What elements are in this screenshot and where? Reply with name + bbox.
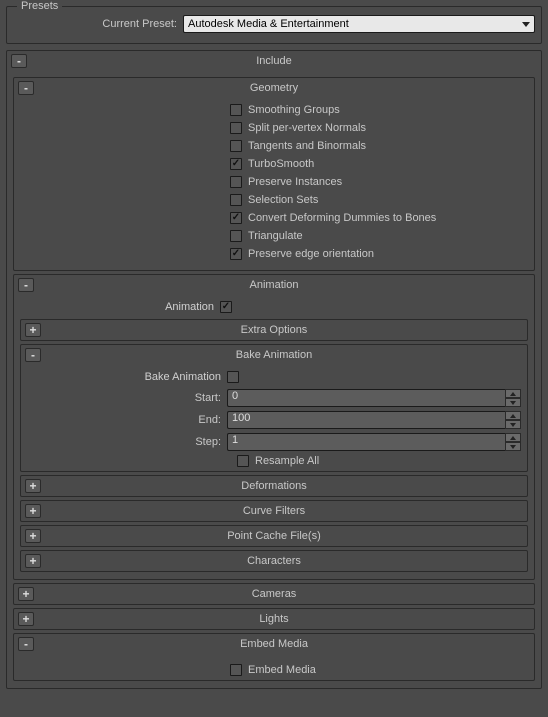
geometry-toggle[interactable]: -: [18, 81, 34, 95]
lights-section: + Lights: [13, 608, 535, 630]
extra-options-title: Extra Options: [21, 324, 527, 336]
geometry-option-row: Tangents and Binormals: [20, 140, 528, 152]
geometry-checkbox[interactable]: [230, 176, 242, 188]
current-preset-value: Autodesk Media & Entertainment: [188, 18, 522, 30]
resample-all-label: Resample All: [255, 455, 319, 467]
point-cache-section: + Point Cache File(s): [20, 525, 528, 547]
geometry-option-row: Convert Deforming Dummies to Bones: [20, 212, 528, 224]
geometry-checkbox-label: Tangents and Binormals: [248, 140, 366, 152]
current-preset-label: Current Preset:: [13, 18, 183, 30]
geometry-option-row: Smoothing Groups: [20, 104, 528, 116]
geometry-option-row: Preserve edge orientation: [20, 248, 528, 260]
presets-fieldset: Presets Current Preset: Autodesk Media &…: [6, 6, 542, 44]
geometry-checkbox-label: Convert Deforming Dummies to Bones: [248, 212, 436, 224]
extra-options-toggle[interactable]: +: [25, 323, 41, 337]
curve-filters-title: Curve Filters: [21, 505, 527, 517]
end-spinner[interactable]: [505, 411, 521, 429]
cameras-section: + Cameras: [13, 583, 535, 605]
geometry-title: Geometry: [14, 82, 534, 94]
geometry-option-row: Selection Sets: [20, 194, 528, 206]
start-spinner[interactable]: [505, 389, 521, 407]
lights-toggle[interactable]: +: [18, 612, 34, 626]
geometry-checkbox-label: TurboSmooth: [248, 158, 314, 170]
end-label: End:: [27, 414, 227, 426]
include-section: - Include - Geometry Smoothing Groups Spl…: [6, 50, 542, 689]
animation-enable-label: Animation: [20, 301, 220, 313]
start-input[interactable]: 0: [227, 389, 505, 407]
include-title: Include: [7, 55, 541, 67]
geometry-option-row: Split per-vertex Normals: [20, 122, 528, 134]
characters-toggle[interactable]: +: [25, 554, 41, 568]
deformations-title: Deformations: [21, 480, 527, 492]
embed-media-section: - Embed Media Embed Media: [13, 633, 535, 681]
spinner-down-icon[interactable]: [505, 398, 521, 407]
spinner-down-icon[interactable]: [505, 442, 521, 451]
point-cache-toggle[interactable]: +: [25, 529, 41, 543]
characters-section: + Characters: [20, 550, 528, 572]
geometry-section: - Geometry Smoothing Groups Split per-ver…: [13, 77, 535, 271]
geometry-checkbox-label: Preserve Instances: [248, 176, 342, 188]
animation-section: - Animation Animation + Extra Options -: [13, 274, 535, 580]
geometry-checkbox[interactable]: [230, 122, 242, 134]
animation-enable-checkbox[interactable]: [220, 301, 232, 313]
geometry-checkbox[interactable]: [230, 212, 242, 224]
spinner-down-icon[interactable]: [505, 420, 521, 429]
characters-title: Characters: [21, 555, 527, 567]
geometry-checkbox-label: Split per-vertex Normals: [248, 122, 366, 134]
cameras-title: Cameras: [14, 588, 534, 600]
geometry-checkbox[interactable]: [230, 230, 242, 242]
bake-title: Bake Animation: [21, 349, 527, 361]
bake-enable-checkbox[interactable]: [227, 371, 239, 383]
step-label: Step:: [27, 436, 227, 448]
geometry-checkbox-label: Selection Sets: [248, 194, 318, 206]
curve-filters-section: + Curve Filters: [20, 500, 528, 522]
animation-title: Animation: [14, 279, 534, 291]
curve-filters-toggle[interactable]: +: [25, 504, 41, 518]
geometry-checkbox[interactable]: [230, 248, 242, 260]
deformations-section: + Deformations: [20, 475, 528, 497]
step-spinner[interactable]: [505, 433, 521, 451]
geometry-checkbox[interactable]: [230, 158, 242, 170]
geometry-checkbox-label: Smoothing Groups: [248, 104, 340, 116]
embed-media-title: Embed Media: [14, 638, 534, 650]
chevron-down-icon: [522, 22, 530, 27]
geometry-checkbox[interactable]: [230, 104, 242, 116]
step-input[interactable]: 1: [227, 433, 505, 451]
geometry-checkbox-label: Preserve edge orientation: [248, 248, 374, 260]
embed-media-toggle[interactable]: -: [18, 637, 34, 651]
spinner-up-icon[interactable]: [505, 389, 521, 398]
resample-all-checkbox[interactable]: [237, 455, 249, 467]
geometry-option-row: Triangulate: [20, 230, 528, 242]
animation-toggle[interactable]: -: [18, 278, 34, 292]
bake-enable-label: Bake Animation: [27, 371, 227, 383]
geometry-checkbox-label: Triangulate: [248, 230, 303, 242]
bake-toggle[interactable]: -: [25, 348, 41, 362]
presets-fieldset-label: Presets: [17, 0, 62, 12]
embed-media-checkbox[interactable]: [230, 664, 242, 676]
geometry-checkbox[interactable]: [230, 194, 242, 206]
embed-media-label: Embed Media: [248, 664, 316, 676]
deformations-toggle[interactable]: +: [25, 479, 41, 493]
point-cache-title: Point Cache File(s): [21, 530, 527, 542]
bake-animation-section: - Bake Animation Bake Animation Start: 0: [20, 344, 528, 472]
end-input[interactable]: 100: [227, 411, 505, 429]
geometry-option-row: Preserve Instances: [20, 176, 528, 188]
start-label: Start:: [27, 392, 227, 404]
spinner-up-icon[interactable]: [505, 433, 521, 442]
lights-title: Lights: [14, 613, 534, 625]
geometry-checkbox[interactable]: [230, 140, 242, 152]
spinner-up-icon[interactable]: [505, 411, 521, 420]
extra-options-section: + Extra Options: [20, 319, 528, 341]
geometry-option-row: TurboSmooth: [20, 158, 528, 170]
cameras-toggle[interactable]: +: [18, 587, 34, 601]
include-toggle[interactable]: -: [11, 54, 27, 68]
current-preset-dropdown[interactable]: Autodesk Media & Entertainment: [183, 15, 535, 33]
